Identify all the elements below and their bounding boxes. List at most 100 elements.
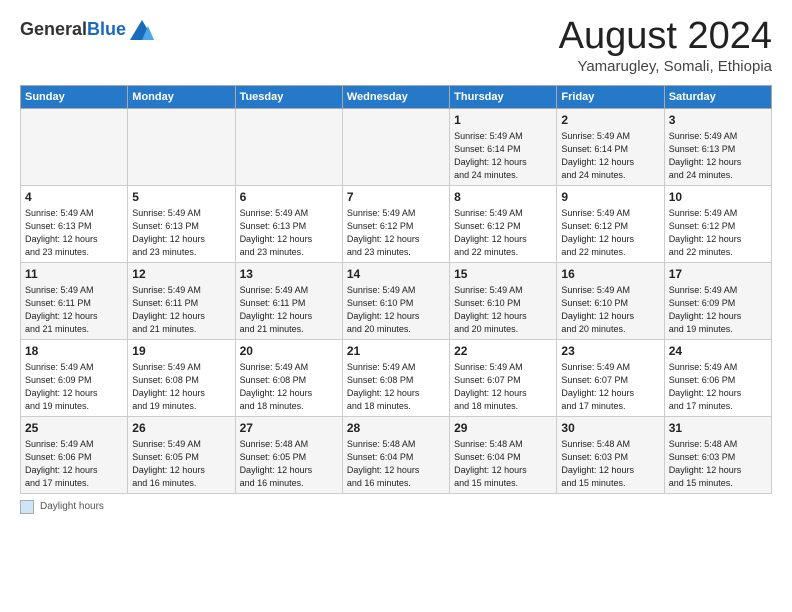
day-number: 4 xyxy=(25,189,123,206)
day-number: 28 xyxy=(347,420,445,437)
day-info: Sunrise: 5:49 AM Sunset: 6:14 PM Dayligh… xyxy=(454,131,527,180)
day-info: Sunrise: 5:49 AM Sunset: 6:07 PM Dayligh… xyxy=(454,362,527,411)
logo-general: General xyxy=(20,19,87,39)
day-number: 20 xyxy=(240,343,338,360)
calendar-cell: 31Sunrise: 5:48 AM Sunset: 6:03 PM Dayli… xyxy=(664,416,771,493)
day-info: Sunrise: 5:49 AM Sunset: 6:11 PM Dayligh… xyxy=(132,285,205,334)
calendar-cell: 30Sunrise: 5:48 AM Sunset: 6:03 PM Dayli… xyxy=(557,416,664,493)
calendar-cell: 4 Sunrise: 5:49 AM Sunset: 6:13 PM Daylig… xyxy=(21,185,128,262)
day-number: 15 xyxy=(454,266,552,283)
day-info: Sunrise: 5:49 AM Sunset: 6:10 PM Dayligh… xyxy=(454,285,527,334)
day-number: 3 xyxy=(669,112,767,129)
day-number: 7 xyxy=(347,189,445,206)
day-info: Sunrise: 5:49 AM Sunset: 6:12 PM Dayligh… xyxy=(561,208,634,257)
calendar-cell: 21 Sunrise: 5:49 AM Sunset: 6:08 PM Dayli… xyxy=(342,339,449,416)
logo-icon xyxy=(128,16,156,44)
calendar-cell: 24 Sunrise: 5:49 AM Sunset: 6:06 PM Dayli… xyxy=(664,339,771,416)
day-number: 2 xyxy=(561,112,659,129)
day-info: Sunrise: 5:49 AM Sunset: 6:09 PM Dayligh… xyxy=(669,285,742,334)
day-number: 26 xyxy=(132,420,230,437)
calendar-cell: 27Sunrise: 5:48 AM Sunset: 6:05 PM Dayli… xyxy=(235,416,342,493)
calendar-table: SundayMondayTuesdayWednesdayThursdayFrid… xyxy=(20,85,772,494)
day-number: 31 xyxy=(669,420,767,437)
day-info: Sunrise: 5:49 AM Sunset: 6:08 PM Dayligh… xyxy=(347,362,420,411)
day-info: Sunrise: 5:49 AM Sunset: 6:14 PM Dayligh… xyxy=(561,131,634,180)
day-number: 12 xyxy=(132,266,230,283)
calendar-cell: 25Sunrise: 5:49 AM Sunset: 6:06 PM Dayli… xyxy=(21,416,128,493)
calendar-cell: 23Sunrise: 5:49 AM Sunset: 6:07 PM Dayli… xyxy=(557,339,664,416)
day-number: 19 xyxy=(132,343,230,360)
day-number: 9 xyxy=(561,189,659,206)
day-info: Sunrise: 5:49 AM Sunset: 6:05 PM Dayligh… xyxy=(132,439,205,488)
calendar-cell xyxy=(128,108,235,185)
day-info: Sunrise: 5:49 AM Sunset: 6:09 PM Dayligh… xyxy=(25,362,98,411)
calendar-cell: 7Sunrise: 5:49 AM Sunset: 6:12 PM Daylig… xyxy=(342,185,449,262)
calendar-cell: 3Sunrise: 5:49 AM Sunset: 6:13 PM Daylig… xyxy=(664,108,771,185)
day-info: Sunrise: 5:49 AM Sunset: 6:08 PM Dayligh… xyxy=(240,362,313,411)
calendar-cell: 18 Sunrise: 5:49 AM Sunset: 6:09 PM Dayli… xyxy=(21,339,128,416)
day-number: 14 xyxy=(347,266,445,283)
day-number: 8 xyxy=(454,189,552,206)
day-info: Sunrise: 5:49 AM Sunset: 6:10 PM Dayligh… xyxy=(561,285,634,334)
location: Yamarugley, Somali, Ethiopia xyxy=(559,58,772,75)
calendar-cell: 19 Sunrise: 5:49 AM Sunset: 6:08 PM Dayli… xyxy=(128,339,235,416)
day-info: Sunrise: 5:49 AM Sunset: 6:08 PM Dayligh… xyxy=(132,362,205,411)
logo-text: GeneralBlue xyxy=(20,20,126,40)
weekday-header-friday: Friday xyxy=(557,85,664,108)
day-info: Sunrise: 5:49 AM Sunset: 6:11 PM Dayligh… xyxy=(240,285,313,334)
header: GeneralBlue August 2024 Yamarugley, Soma… xyxy=(20,16,772,75)
calendar-cell xyxy=(342,108,449,185)
weekday-header-saturday: Saturday xyxy=(664,85,771,108)
day-info: Sunrise: 5:49 AM Sunset: 6:13 PM Dayligh… xyxy=(240,208,313,257)
weekday-header-thursday: Thursday xyxy=(450,85,557,108)
calendar-cell xyxy=(235,108,342,185)
calendar-cell: 14 Sunrise: 5:49 AM Sunset: 6:10 PM Dayli… xyxy=(342,262,449,339)
page: GeneralBlue August 2024 Yamarugley, Soma… xyxy=(0,0,792,526)
day-number: 1 xyxy=(454,112,552,129)
calendar-cell: 11Sunrise: 5:49 AM Sunset: 6:11 PM Dayli… xyxy=(21,262,128,339)
calendar-cell: 26 Sunrise: 5:49 AM Sunset: 6:05 PM Dayli… xyxy=(128,416,235,493)
calendar-cell: 5Sunrise: 5:49 AM Sunset: 6:13 PM Daylig… xyxy=(128,185,235,262)
calendar-cell: 12 Sunrise: 5:49 AM Sunset: 6:11 PM Dayli… xyxy=(128,262,235,339)
calendar-cell xyxy=(21,108,128,185)
calendar-week-row: 4 Sunrise: 5:49 AM Sunset: 6:13 PM Daylig… xyxy=(21,185,772,262)
calendar-week-row: 18 Sunrise: 5:49 AM Sunset: 6:09 PM Dayli… xyxy=(21,339,772,416)
day-info: Sunrise: 5:49 AM Sunset: 6:10 PM Dayligh… xyxy=(347,285,420,334)
calendar-cell: 22 Sunrise: 5:49 AM Sunset: 6:07 PM Dayli… xyxy=(450,339,557,416)
daylight-legend-box xyxy=(20,500,34,514)
month-title: August 2024 xyxy=(559,16,772,58)
day-number: 11 xyxy=(25,266,123,283)
day-number: 10 xyxy=(669,189,767,206)
day-info: Sunrise: 5:48 AM Sunset: 6:03 PM Dayligh… xyxy=(561,439,634,488)
calendar-cell: 16 Sunrise: 5:49 AM Sunset: 6:10 PM Dayli… xyxy=(557,262,664,339)
day-info: Sunrise: 5:49 AM Sunset: 6:12 PM Dayligh… xyxy=(454,208,527,257)
calendar-week-row: 25Sunrise: 5:49 AM Sunset: 6:06 PM Dayli… xyxy=(21,416,772,493)
calendar-cell: 28 Sunrise: 5:48 AM Sunset: 6:04 PM Dayli… xyxy=(342,416,449,493)
calendar-cell: 13 Sunrise: 5:49 AM Sunset: 6:11 PM Dayli… xyxy=(235,262,342,339)
calendar-week-row: 11 Sunrise: 5:49 AM Sunset: 6:11 PM Dayli… xyxy=(21,262,772,339)
calendar-cell: 9 Sunrise: 5:49 AM Sunset: 6:12 PM Daylig… xyxy=(557,185,664,262)
day-number: 29 xyxy=(454,420,552,437)
day-info: Sunrise: 5:48 AM Sunset: 6:04 PM Dayligh… xyxy=(347,439,420,488)
day-number: 25 xyxy=(25,420,123,437)
day-info: Sunrise: 5:49 AM Sunset: 6:07 PM Dayligh… xyxy=(561,362,634,411)
weekday-header-row: SundayMondayTuesdayWednesdayThursdayFrid… xyxy=(21,85,772,108)
day-number: 13 xyxy=(240,266,338,283)
day-number: 22 xyxy=(454,343,552,360)
day-info: Sunrise: 5:49 AM Sunset: 6:06 PM Dayligh… xyxy=(669,362,742,411)
calendar-cell: 15 Sunrise: 5:49 AM Sunset: 6:10 PM Dayli… xyxy=(450,262,557,339)
weekday-header-wednesday: Wednesday xyxy=(342,85,449,108)
day-number: 21 xyxy=(347,343,445,360)
title-block: August 2024 Yamarugley, Somali, Ethiopia xyxy=(559,16,772,75)
day-info: Sunrise: 5:49 AM Sunset: 6:13 PM Dayligh… xyxy=(25,208,98,257)
calendar-cell: 2 Sunrise: 5:49 AM Sunset: 6:14 PM Daylig… xyxy=(557,108,664,185)
weekday-header-sunday: Sunday xyxy=(21,85,128,108)
calendar-cell: 6 Sunrise: 5:49 AM Sunset: 6:13 PM Daylig… xyxy=(235,185,342,262)
weekday-header-monday: Monday xyxy=(128,85,235,108)
day-number: 24 xyxy=(669,343,767,360)
day-number: 18 xyxy=(25,343,123,360)
day-number: 16 xyxy=(561,266,659,283)
calendar-cell: 10Sunrise: 5:49 AM Sunset: 6:12 PM Dayli… xyxy=(664,185,771,262)
day-number: 6 xyxy=(240,189,338,206)
day-info: Sunrise: 5:48 AM Sunset: 6:04 PM Dayligh… xyxy=(454,439,527,488)
